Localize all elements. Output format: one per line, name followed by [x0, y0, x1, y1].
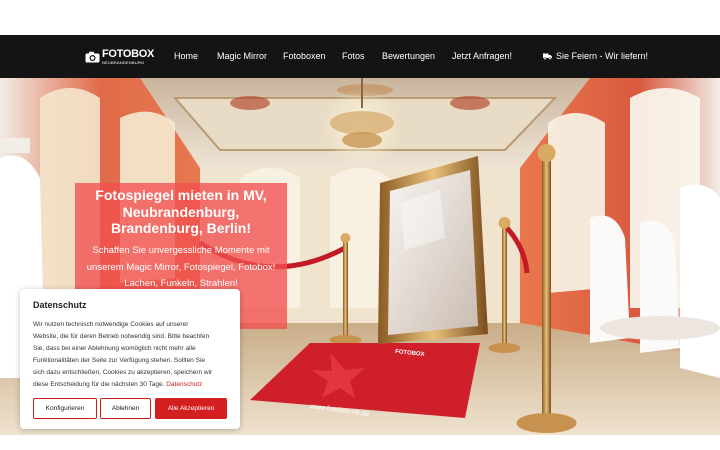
accept-all-button[interactable]: Alle Akzeptieren — [155, 398, 227, 419]
nav-home[interactable]: Home — [174, 51, 198, 61]
hero-title-line: Neubrandenburg, — [122, 203, 240, 220]
nav-cta-label: Sie Feiern - Wir liefern! — [556, 51, 649, 61]
nav-fotos[interactable]: Fotos — [342, 51, 365, 61]
hero-title-line: Brandenburg, Berlin! — [110, 220, 251, 236]
nav-magic-mirror[interactable]: Magic Mirror — [217, 51, 267, 61]
camera-icon — [85, 51, 100, 63]
cookie-text: Wir nutzen technisch notwendige Cookies … — [33, 319, 233, 391]
reject-button[interactable]: Ablehnen — [100, 398, 151, 419]
cookie-text-line: Funktionalitäten der Seite zur Verfügung… — [33, 357, 205, 364]
nav-fotoboxen[interactable]: Fotoboxen — [283, 51, 326, 61]
logo-subtitle: NEUBRANDENBURG — [102, 60, 145, 65]
nav-jetzt-anfragen[interactable]: Jetzt Anfragen! — [452, 51, 512, 61]
logo[interactable]: FOTOBOX NEUBRANDENBURG — [85, 48, 154, 66]
hero-title: Fotospiegel mieten in MV, Neubrandenburg… — [75, 187, 287, 237]
cookie-text-line: sich dazu entschließen, Cookies zu akzep… — [33, 369, 213, 376]
top-whitespace — [0, 0, 720, 35]
hero-subtitle-line: Schaffen Sie unvergessliche Momente mit — [92, 245, 270, 256]
cookie-text-line: Sie, dass bei einer Ablehnung womöglich … — [33, 345, 196, 352]
hero-title-line: Fotospiegel mieten in MV, — [95, 187, 267, 203]
hero-subtitle: Schaffen Sie unvergessliche Momente mit … — [75, 243, 287, 293]
datenschutz-link[interactable]: Datenschutz — [166, 381, 202, 388]
configure-button[interactable]: Konfigurieren — [33, 398, 97, 419]
nav-cta[interactable]: Sie Feiern - Wir liefern! — [543, 51, 648, 61]
cookie-title: Datenschutz — [33, 300, 87, 310]
cookie-text-line: diese Entscheidung für die nächsten 30 T… — [33, 379, 233, 391]
truck-icon — [543, 53, 552, 60]
cookie-text-line: Wir nutzen technisch notwendige Cookies … — [33, 321, 189, 328]
nav-bewertungen[interactable]: Bewertungen — [382, 51, 435, 61]
hero-subtitle-line: unserem Magic Mirror, Fotospiegel, Fotob… — [86, 261, 276, 273]
navbar: FOTOBOX NEUBRANDENBURG Home Magic Mirror… — [0, 35, 720, 78]
logo-name: FOTOBOX — [102, 48, 155, 60]
bottom-whitespace — [0, 435, 720, 450]
cookie-text-line: Website, die für deren Betrieb notwendig… — [33, 333, 210, 340]
cookie-dialog: Datenschutz Wir nutzen technisch notwend… — [20, 289, 240, 429]
cookie-text-last: diese Entscheidung für die nächsten 30 T… — [33, 381, 165, 388]
